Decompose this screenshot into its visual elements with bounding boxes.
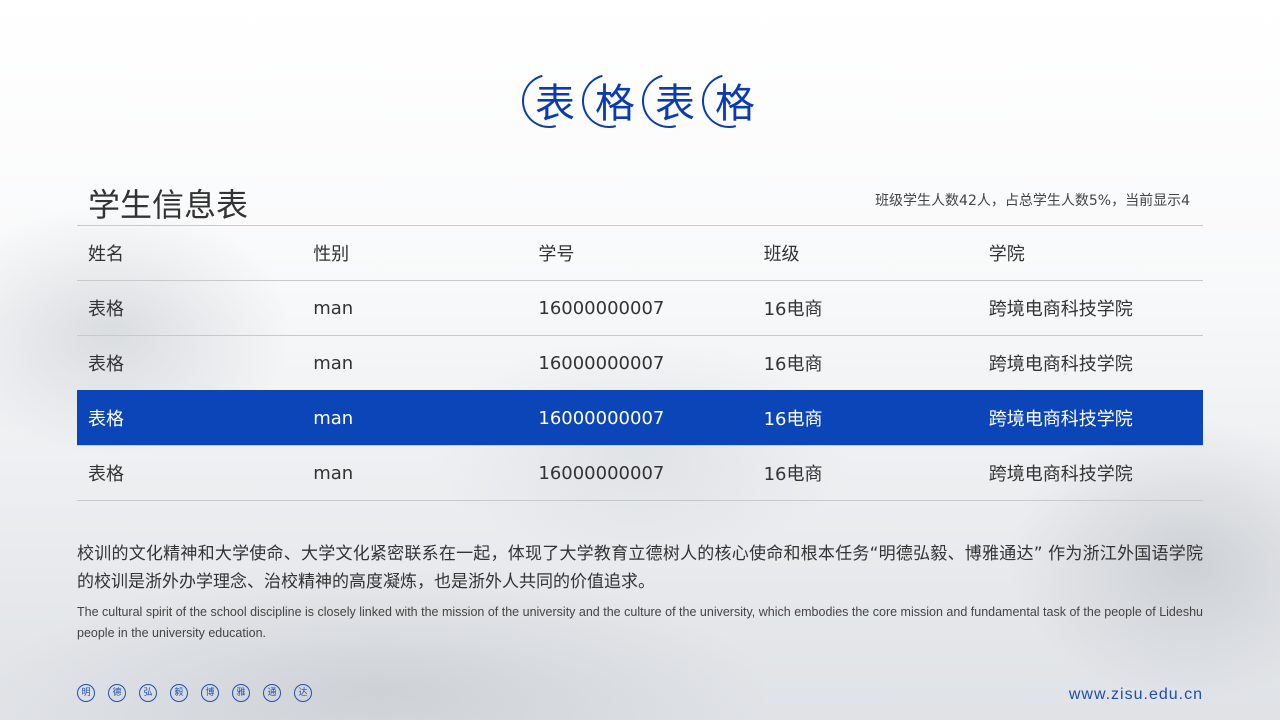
motto-badges: 明 德 弘 毅 博 雅 通 达 [77,684,312,702]
motto-char: 雅 [232,684,250,702]
table-row[interactable]: 表格 man 16000000007 16电商 跨境电商科技学院 [77,335,1203,390]
cell-class: 16电商 [763,354,823,375]
cell-name: 表格 [88,354,124,375]
table-header: 姓名 性别 学号 班级 学院 [77,225,1203,280]
cell-class: 16电商 [763,464,823,485]
cell-class: 16电商 [763,299,823,320]
title-char: 表 [520,70,580,130]
column-header-student-id[interactable]: 学号 [527,240,752,266]
motto-char: 弘 [139,684,157,702]
title-char: 格 [580,70,640,130]
description-english: The cultural spirit of the school discip… [77,605,1203,640]
table-row[interactable]: 表格 man 16000000007 16电商 跨境电商科技学院 [77,445,1203,501]
cell-gender: man [313,462,354,484]
table-summary: 班级学生人数42人，占总学生人数5%，当前显示4 [875,193,1190,209]
title-char: 表 [640,70,700,130]
motto-char: 博 [201,684,219,702]
table-row[interactable]: 表格 man 16000000007 16电商 跨境电商科技学院 [77,280,1203,335]
student-table: 姓名 性别 学号 班级 学院 表格 man 16000000007 16电商 跨… [77,225,1203,501]
motto-char: 毅 [170,684,188,702]
motto-char: 通 [263,684,281,702]
cell-name: 表格 [88,409,124,430]
cell-student-id: 16000000007 [538,297,665,319]
cell-student-id: 16000000007 [538,352,665,374]
cell-class: 16电商 [763,409,823,430]
table-row-selected[interactable]: 表格 man 16000000007 16电商 跨境电商科技学院 [77,390,1203,445]
table-title: 学生信息表 [88,186,249,224]
cell-college: 跨境电商科技学院 [988,354,1133,375]
cell-college: 跨境电商科技学院 [988,299,1133,320]
slide-title: 表 格 表 格 [0,70,1280,130]
title-char: 格 [700,70,760,130]
cell-gender: man [313,352,354,374]
cell-student-id: 16000000007 [538,462,665,484]
cell-college: 跨境电商科技学院 [988,464,1133,485]
motto-char: 明 [77,684,95,702]
description-chinese: 校训的文化精神和大学使命、大学文化紧密联系在一起，体现了大学教育立德树人的核心使… [77,544,1203,592]
cell-name: 表格 [88,299,124,320]
cell-name: 表格 [88,464,124,485]
website-link[interactable]: www.zisu.edu.cn [1069,686,1203,704]
motto-char: 达 [294,684,312,702]
cell-gender: man [313,297,354,319]
column-header-class[interactable]: 班级 [753,240,978,266]
cell-gender: man [313,407,354,429]
column-header-name[interactable]: 姓名 [77,240,302,266]
motto-char: 德 [108,684,126,702]
column-header-college[interactable]: 学院 [978,240,1203,266]
cell-college: 跨境电商科技学院 [988,409,1133,430]
cell-student-id: 16000000007 [538,407,665,429]
column-header-gender[interactable]: 性别 [302,240,527,266]
